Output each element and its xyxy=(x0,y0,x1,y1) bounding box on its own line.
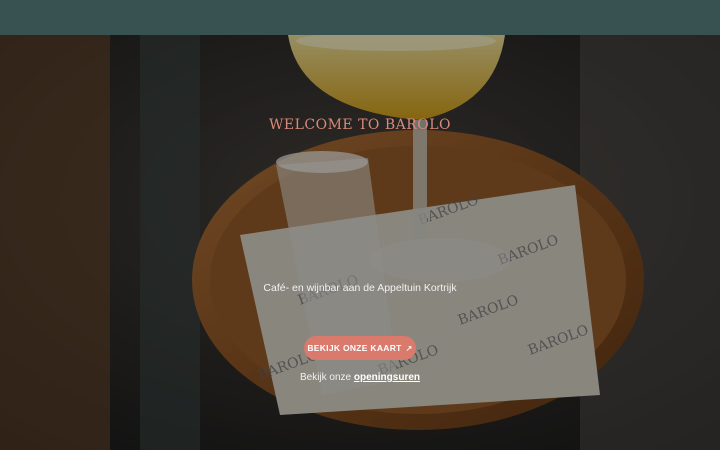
opening-hours-prefix: Bekijk onze xyxy=(299,372,354,383)
view-menu-button[interactable]: BEKIJK ONZE KAART ↗ xyxy=(304,336,416,360)
opening-hours-link[interactable]: openingsuren xyxy=(354,372,420,383)
dark-overlay xyxy=(0,35,720,450)
hero-subtitle: Café- en wijnbar aan de Appeltuin Kortri… xyxy=(263,282,457,294)
view-menu-button-label: BEKIJK ONZE KAART xyxy=(307,343,402,353)
hero-section: BAROLO BAROLO BAROLO BAROLO BAROLO BAROL… xyxy=(0,35,720,450)
welcome-heading: WELCOME TO BAROLO xyxy=(268,117,452,133)
top-navigation-bar xyxy=(0,0,720,35)
opening-hours-line: Bekijk onze openingsuren xyxy=(0,372,720,383)
arrow-up-right-icon: ↗ xyxy=(405,343,413,353)
